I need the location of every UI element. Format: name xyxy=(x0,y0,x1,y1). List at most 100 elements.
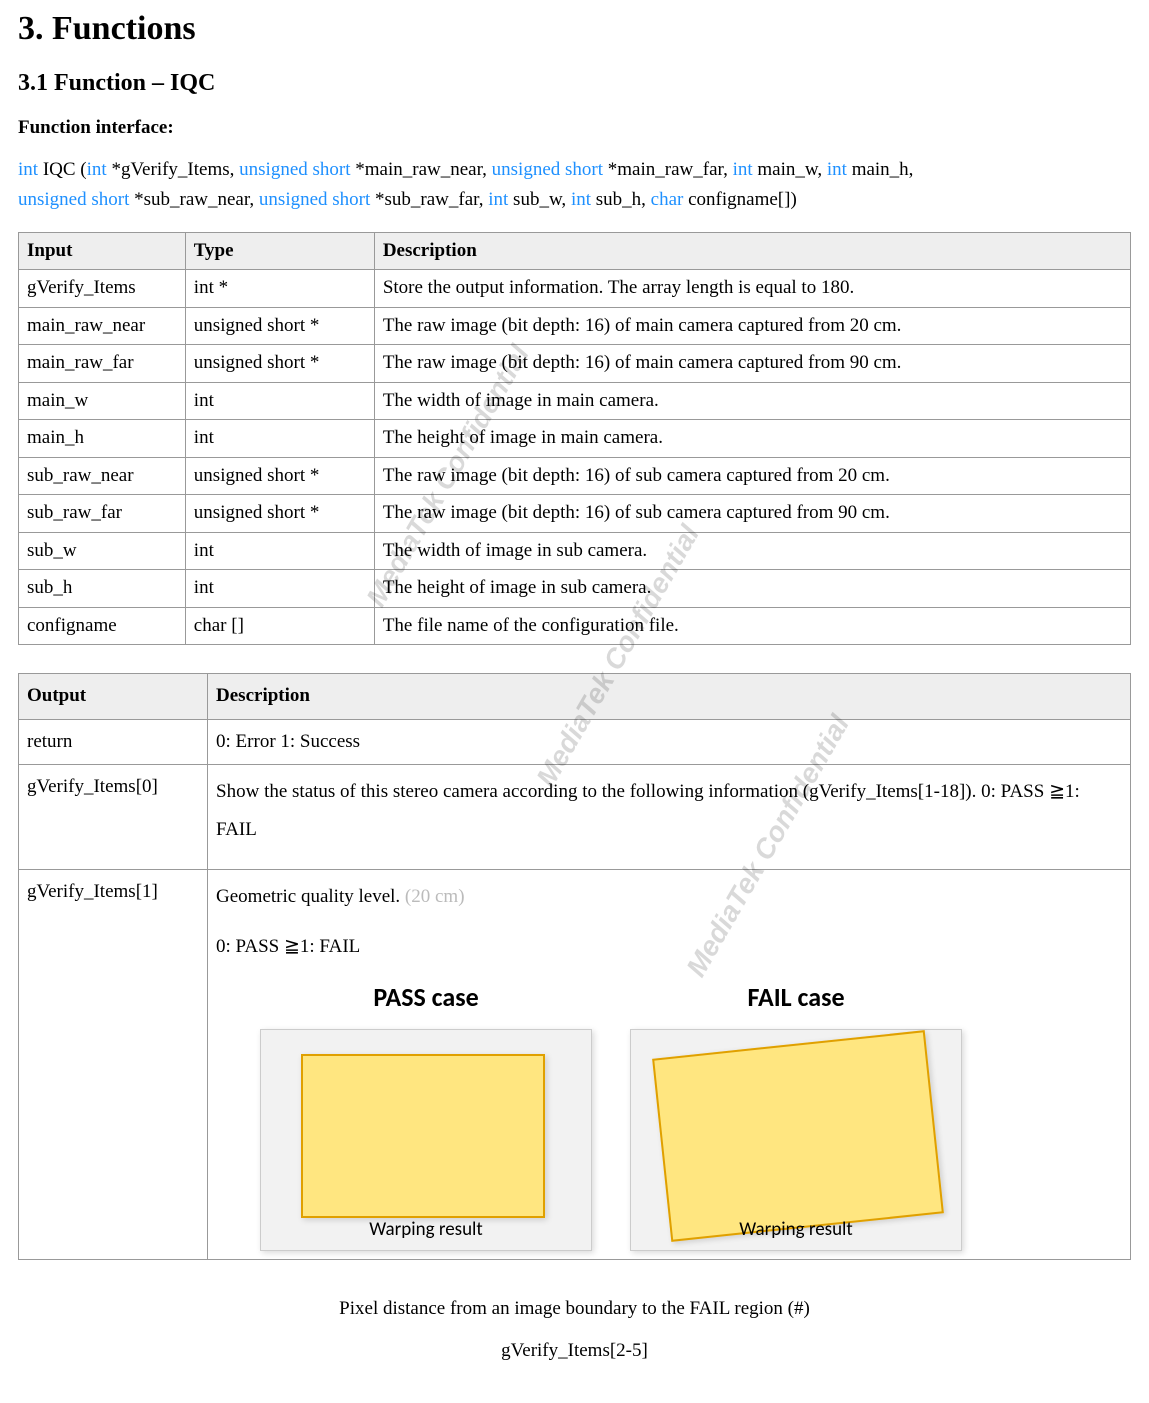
keyword-int: int xyxy=(571,189,591,210)
input-table: Input Type Description gVerify_Itemsint … xyxy=(18,232,1131,646)
table-row: gVerify_Itemsint *Store the output infor… xyxy=(19,270,1131,308)
sig-text: configname[]) xyxy=(683,189,796,210)
sig-text: main_w, xyxy=(753,159,827,180)
keyword-unsigned-short: unsigned short xyxy=(492,159,603,180)
sig-text: *gVerify_Items, xyxy=(107,159,239,180)
pass-frame: Warping result xyxy=(260,1029,592,1251)
desc-text: Geometric quality level. xyxy=(216,886,405,907)
param-type: unsigned short * xyxy=(185,345,374,383)
table-row: main_raw_farunsigned short *The raw imag… xyxy=(19,345,1131,383)
col-input: Input xyxy=(19,232,186,270)
param-name: sub_raw_near xyxy=(19,457,186,495)
sig-text: sub_h, xyxy=(591,189,651,210)
gverify-range-text: gVerify_Items[2-5] xyxy=(18,1330,1131,1372)
param-desc: The width of image in sub camera. xyxy=(374,532,1130,570)
param-desc: The raw image (bit depth: 16) of sub cam… xyxy=(374,495,1130,533)
sig-text: sub_w, xyxy=(508,189,571,210)
param-name: main_raw_near xyxy=(19,307,186,345)
table-row: main_hintThe height of image in main cam… xyxy=(19,420,1131,458)
fail-title: FAIL case xyxy=(626,978,966,1017)
param-desc: The height of image in sub camera. xyxy=(374,570,1130,608)
sig-text: IQC ( xyxy=(38,159,87,180)
table-header-row: Output Description xyxy=(19,674,1131,720)
desc-text: Show the status of this stereo camera ac… xyxy=(216,773,1122,849)
warp-label: Warping result xyxy=(631,1216,961,1245)
param-name: configname xyxy=(19,607,186,645)
param-name: main_raw_far xyxy=(19,345,186,383)
keyword-int: int xyxy=(87,159,107,180)
param-type: int * xyxy=(185,270,374,308)
keyword-char: char xyxy=(651,189,684,210)
param-desc: The width of image in main camera. xyxy=(374,382,1130,420)
sig-text: *sub_raw_far, xyxy=(370,189,488,210)
table-row: gVerify_Items[1] Geometric quality level… xyxy=(19,870,1131,1260)
warp-rect xyxy=(301,1054,545,1218)
param-desc: Store the output information. The array … xyxy=(374,270,1130,308)
param-name: sub_raw_far xyxy=(19,495,186,533)
function-interface-label: Function interface: xyxy=(18,117,1131,139)
pixel-distance-text: Pixel distance from an image boundary to… xyxy=(18,1288,1131,1330)
warp-rect xyxy=(652,1030,944,1242)
output-table: Output Description return 0: Error 1: Su… xyxy=(18,673,1131,1260)
sig-text: *main_raw_near, xyxy=(351,159,492,180)
subsection-heading: 3.1 Function – IQC xyxy=(18,70,1131,97)
param-type: int xyxy=(185,570,374,608)
table-row: sub_raw_nearunsigned short *The raw imag… xyxy=(19,457,1131,495)
param-desc: The raw image (bit depth: 16) of main ca… xyxy=(374,345,1130,383)
table-row: sub_hintThe height of image in sub camer… xyxy=(19,570,1131,608)
keyword-unsigned-short: unsigned short xyxy=(259,189,370,210)
col-description: Description xyxy=(374,232,1130,270)
param-name: gVerify_Items xyxy=(19,270,186,308)
fail-diagram: FAIL case Warping result xyxy=(626,978,966,1251)
fail-frame: Warping result xyxy=(630,1029,962,1251)
param-type: int xyxy=(185,532,374,570)
section-heading: 3. Functions xyxy=(18,10,1131,48)
pass-title: PASS case xyxy=(256,978,596,1017)
function-signature: int IQC (int *gVerify_Items, unsigned sh… xyxy=(18,155,1131,216)
param-type: unsigned short * xyxy=(185,457,374,495)
table-row: main_wintThe width of image in main came… xyxy=(19,382,1131,420)
keyword-int: int xyxy=(733,159,753,180)
output-name: gVerify_Items[0] xyxy=(19,765,208,870)
sig-text: *sub_raw_near, xyxy=(129,189,259,210)
table-row: main_raw_nearunsigned short *The raw ima… xyxy=(19,307,1131,345)
keyword-int: int xyxy=(18,159,38,180)
desc-line: 0: PASS ≧1: FAIL xyxy=(216,928,1122,966)
param-type: int xyxy=(185,382,374,420)
col-output: Output xyxy=(19,674,208,720)
param-name: sub_w xyxy=(19,532,186,570)
param-type: unsigned short * xyxy=(185,307,374,345)
diagram-row: PASS case Warping result FAIL case Warpi… xyxy=(256,978,1122,1251)
keyword-int: int xyxy=(488,189,508,210)
col-type: Type xyxy=(185,232,374,270)
param-desc: The file name of the configuration file. xyxy=(374,607,1130,645)
table-row: confignamechar []The file name of the co… xyxy=(19,607,1131,645)
desc-line: Geometric quality level. (20 cm) xyxy=(216,878,1122,916)
param-desc: The raw image (bit depth: 16) of sub cam… xyxy=(374,457,1130,495)
param-type: char [] xyxy=(185,607,374,645)
param-desc: The raw image (bit depth: 16) of main ca… xyxy=(374,307,1130,345)
output-desc: Show the status of this stereo camera ac… xyxy=(208,765,1131,870)
output-name: return xyxy=(19,719,208,765)
param-name: main_h xyxy=(19,420,186,458)
param-type: int xyxy=(185,420,374,458)
pass-diagram: PASS case Warping result xyxy=(256,978,596,1251)
table-row: gVerify_Items[0] Show the status of this… xyxy=(19,765,1131,870)
keyword-unsigned-short: unsigned short xyxy=(18,189,129,210)
keyword-unsigned-short: unsigned short xyxy=(239,159,350,180)
param-desc: The height of image in main camera. xyxy=(374,420,1130,458)
output-desc: Geometric quality level. (20 cm) 0: PASS… xyxy=(208,870,1131,1260)
output-name: gVerify_Items[1] xyxy=(19,870,208,1260)
col-description: Description xyxy=(208,674,1131,720)
param-type: unsigned short * xyxy=(185,495,374,533)
table-row: sub_raw_farunsigned short *The raw image… xyxy=(19,495,1131,533)
desc-distance: (20 cm) xyxy=(405,886,465,907)
sig-text: *main_raw_far, xyxy=(603,159,733,180)
after-table-text: Pixel distance from an image boundary to… xyxy=(18,1288,1131,1372)
sig-text: main_h, xyxy=(847,159,914,180)
keyword-int: int xyxy=(827,159,847,180)
param-name: main_w xyxy=(19,382,186,420)
table-header-row: Input Type Description xyxy=(19,232,1131,270)
param-name: sub_h xyxy=(19,570,186,608)
warp-label: Warping result xyxy=(261,1216,591,1245)
